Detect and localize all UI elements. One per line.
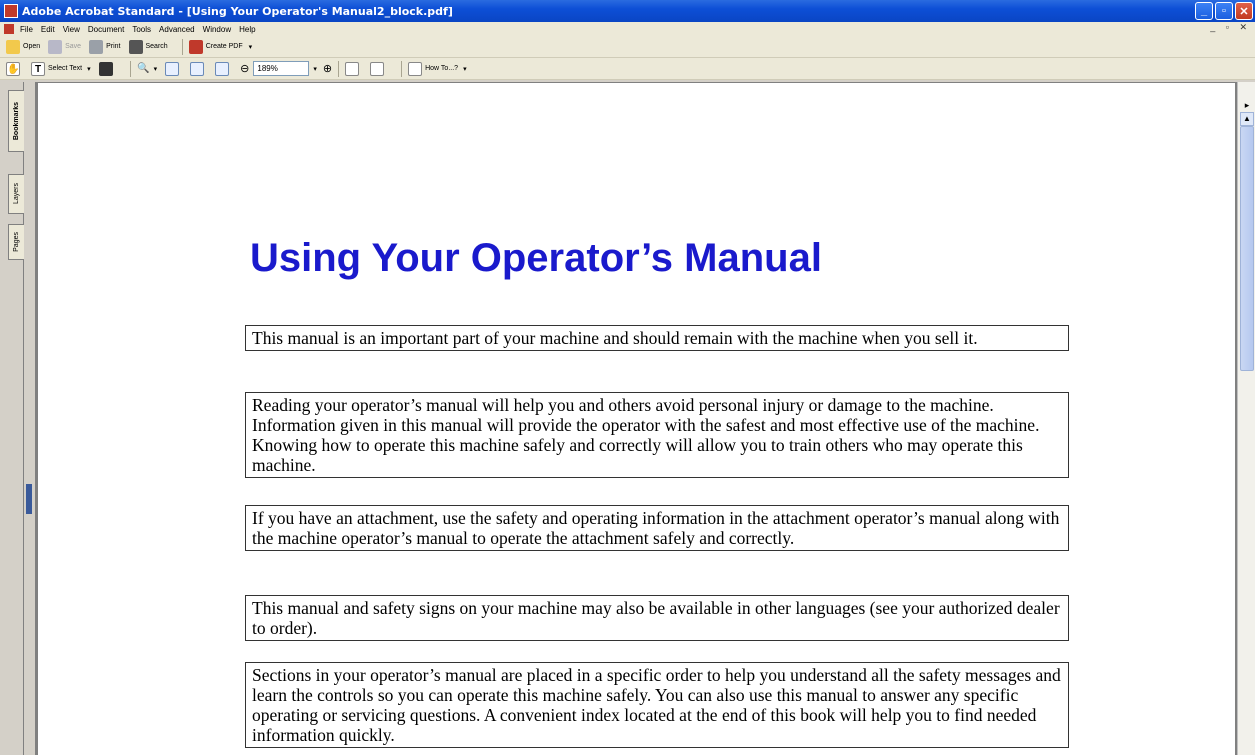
menu-bar: File Edit View Document Tools Advanced W… [0,22,1255,36]
paragraph-box: If you have an attachment, use the safet… [245,505,1069,551]
document-viewport[interactable]: Using Your Operator’s Manual This manual… [36,82,1237,755]
menu-advanced[interactable]: Advanced [159,25,195,34]
rotate-clockwise-button[interactable] [370,61,387,76]
zoom-out-icon[interactable]: ⊖ [240,62,249,75]
tab-layers[interactable]: Layers [8,174,24,214]
select-text-button[interactable]: T Select Text ▾ [31,61,91,76]
paragraph-box: This manual is an important part of your… [245,325,1069,351]
hand-icon: ✋ [6,61,20,76]
scrollbar-thumb[interactable] [1240,126,1254,371]
search-label: Search [145,43,168,50]
navigation-panel: Bookmarks Layers Pages [0,82,24,755]
document-window-controls[interactable]: _ ▫ ✕ [1210,22,1251,33]
panel-arrow-icon[interactable]: ▸ [1241,100,1253,112]
toolbar-separator [338,60,340,77]
open-button[interactable]: Open [6,39,41,54]
zoom-level-input[interactable]: 189% [253,61,310,76]
zoom-in-icon[interactable]: ⊕ [323,62,332,75]
toolbar-separator [181,38,183,55]
binoculars-icon [128,39,143,54]
chevron-down-icon[interactable]: ▾ [249,43,253,51]
menu-view[interactable]: View [63,25,80,34]
chevron-down-icon[interactable]: ▾ [463,65,467,73]
file-toolbar: Open Save Print Search Create PDF ▾ [0,36,1255,58]
fit-page-button[interactable] [190,61,207,76]
menu-edit[interactable]: Edit [41,25,55,34]
splitter-grip[interactable] [26,484,32,514]
vertical-scrollbar[interactable]: ▸ ▲ [1237,82,1255,755]
create-pdf-icon [188,39,203,54]
fit-page-icon [190,61,205,76]
camera-icon [98,61,113,76]
magnifier-icon: 🔍 [137,62,150,74]
folder-icon [6,39,20,54]
actual-size-icon [165,61,180,76]
select-text-label: Select Text [48,65,83,72]
scroll-up-arrow-icon[interactable]: ▲ [1240,112,1254,126]
document-icon[interactable] [4,24,14,34]
tab-layers-label: Layers [13,183,20,205]
text-cursor-icon: T [31,61,45,76]
pdf-page: Using Your Operator’s Manual This manual… [38,83,1235,755]
acrobat-app-icon [4,4,18,18]
menu-help[interactable]: Help [239,25,255,34]
search-button[interactable]: Search [128,39,168,54]
zoom-level-value: 189% [257,64,278,73]
window-titlebar: Adobe Acrobat Standard - [Using Your Ope… [0,0,1255,22]
print-label: Print [106,43,121,50]
paragraph-box: Sections in your operator’s manual are p… [245,662,1069,748]
paragraph-box: This manual and safety signs on your mac… [245,595,1069,641]
minimize-button[interactable]: _ [1195,2,1213,20]
rotate-left-icon [345,61,360,76]
tab-pages[interactable]: Pages [8,224,24,260]
help-page-icon [408,61,423,76]
print-button[interactable]: Print [89,39,121,54]
chevron-down-icon[interactable]: ▾ [313,65,317,73]
chevron-down-icon[interactable]: ▾ [154,65,158,73]
menu-document[interactable]: Document [88,25,124,34]
tab-bookmarks-label: Bookmarks [13,101,20,141]
maximize-button[interactable]: ▫ [1215,2,1233,20]
disk-icon [48,39,63,54]
open-label: Open [23,43,41,50]
save-button[interactable]: Save [48,39,82,54]
how-to-label: How To...? [425,65,459,72]
rotate-right-icon [370,61,385,76]
rotate-counterclockwise-button[interactable] [345,61,362,76]
toolbar-separator [401,60,403,77]
menu-file[interactable]: File [20,25,33,34]
tab-pages-label: Pages [13,232,20,252]
paragraph-box: Reading your operator’s manual will help… [245,392,1069,478]
create-pdf-button[interactable]: Create PDF ▾ [188,39,253,54]
snapshot-button[interactable] [98,61,116,76]
toolbar-separator [129,60,131,77]
window-title: Adobe Acrobat Standard - [Using Your Ope… [22,4,453,18]
document-title: Using Your Operator’s Manual [250,236,822,280]
navigation-panel-splitter[interactable] [24,82,36,755]
hand-tool-button[interactable]: ✋ [6,61,23,76]
zoom-tool-button[interactable]: 🔍 ▾ [137,62,158,76]
tab-bookmarks[interactable]: Bookmarks [8,90,24,152]
fit-width-button[interactable] [215,61,232,76]
save-label: Save [65,43,82,50]
menu-window[interactable]: Window [203,25,231,34]
window-controls: _ ▫ ✕ [1195,2,1253,20]
tools-toolbar: ✋ T Select Text ▾ 🔍 ▾ ⊖ 189% ▾ ⊕ How To.… [0,58,1255,80]
close-button[interactable]: ✕ [1235,2,1253,20]
menu-tools[interactable]: Tools [132,25,151,34]
actual-size-button[interactable] [165,61,182,76]
how-to-button[interactable]: How To...? ▾ [408,61,467,76]
create-pdf-label: Create PDF [205,43,243,50]
chevron-down-icon[interactable]: ▾ [87,65,91,73]
fit-width-icon [215,61,230,76]
printer-icon [89,39,104,54]
